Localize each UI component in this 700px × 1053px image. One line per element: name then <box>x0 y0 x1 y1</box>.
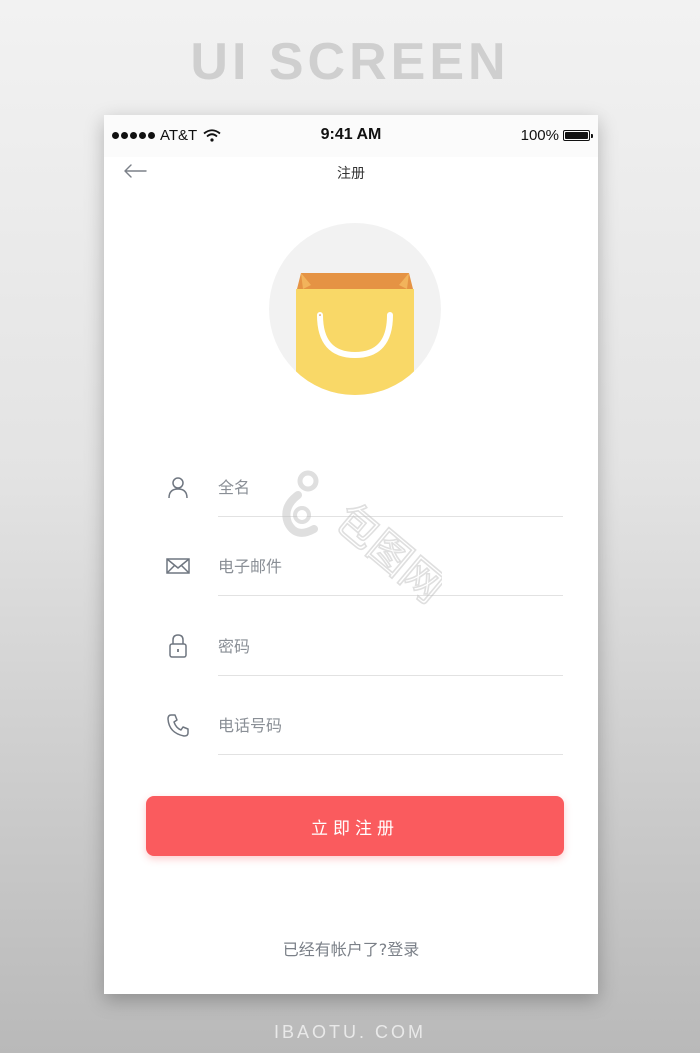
field-divider <box>218 675 563 676</box>
battery-percent: 100% <box>520 127 559 144</box>
phone-field <box>104 693 598 773</box>
lock-icon <box>169 634 187 658</box>
status-bar: AT&T 9:41 AM 100% <box>104 115 598 157</box>
register-button[interactable]: 立即注册 <box>146 796 564 856</box>
battery-icon <box>563 130 593 141</box>
login-link[interactable]: 已经有帐户了?登录 <box>104 936 598 960</box>
watermark-text: 包图网 <box>326 494 442 613</box>
password-input[interactable] <box>218 626 562 666</box>
phone-input[interactable] <box>218 705 562 745</box>
nav-bar: 注册 <box>104 157 598 187</box>
field-divider <box>218 754 563 755</box>
phone-icon <box>167 714 189 737</box>
app-logo <box>269 223 441 395</box>
mail-icon <box>166 558 190 574</box>
status-right: 100% <box>520 127 593 144</box>
banner-title: UI SCREEN <box>190 33 510 91</box>
shopping-bag-icon <box>296 273 414 395</box>
watermark-logo: 包图网 <box>282 470 442 613</box>
page-title: 注册 <box>337 166 365 182</box>
password-field <box>104 614 598 694</box>
footer-watermark: IBAOTU. COM <box>273 1022 426 1042</box>
user-icon <box>168 477 188 499</box>
